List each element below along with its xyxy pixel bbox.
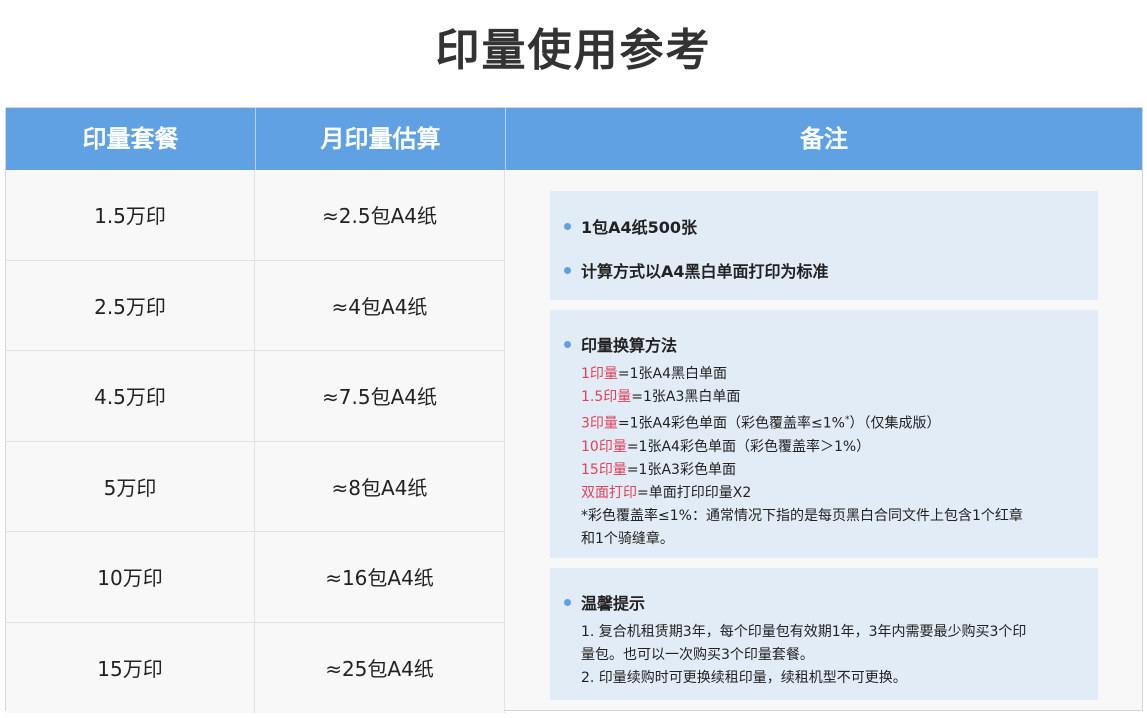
table-row: 4.5万印 ≈7.5包A4纸 [6,351,505,442]
conversion-line: 3印量=1张A4彩色单面（彩色覆盖率≤1%*）（仅集成版） [581,409,1023,436]
conversion-line: 1印量=1张A4黑白单面 [581,363,1023,386]
note-box-conversion: 印量换算方法 1印量=1张A4黑白单面 1.5印量=1张A3黑白单面 3印量=1… [550,310,1098,558]
estimate-cell: ≈7.5包A4纸 [255,351,505,441]
conversion-line: 15印量=1张A3彩色单面 [581,459,1023,482]
conversion-value: =单面打印印量X2 [637,484,752,501]
conversion-value: =1张A4黑白单面 [617,366,728,382]
tip-line: 2. 印量续购时可更换续租印量，续租机型不可更换。 [581,670,907,686]
footnote-line: *彩色覆盖率≤1%：通常情况下指的是每页黑白合同文件上包含1个红章 [581,507,1023,524]
header-notes: 备注 [505,108,1142,170]
bullet-dot-icon [564,340,571,348]
conversion-value: =1张A3黑白单面 [631,389,741,405]
conversion-line: 10印量=1张A4彩色单面（彩色覆盖率＞1%） [581,436,1023,459]
note-heading: 温馨提示 [564,590,645,614]
conversion-line: 1.5印量=1张A3黑白单面 [581,386,1023,409]
note-heading-text: 印量换算方法 [581,336,678,355]
table-row: 2.5万印 ≈4包A4纸 [6,260,505,351]
conversion-line: 双面打印=单面打印印量X2 [581,482,1023,505]
note-box-basics: 1包A4纸500张 计算方式以A4黑白单面打印为标准 [550,191,1098,300]
footnote-line: 和1个骑缝章。 [581,530,674,547]
note-heading: 印量换算方法 [564,332,677,356]
tip-line: 量包。也可以一次购买3个印量套餐。 [581,647,814,663]
header-plan: 印量套餐 [82,125,179,153]
tip-line: 1. 复合机租赁期3年，每个印量包有效期1年，3年内需要最少购买3个印 [581,624,1027,640]
conversion-value: =1张A3彩色单面 [626,461,736,478]
print-volume-table: 印量套餐 月印量估算 备注 1.5万印 ≈2.5包A4纸 2.5万印 ≈4包A4… [5,107,1143,713]
estimate-cell: ≈2.5包A4纸 [255,170,505,260]
note-bullet: 计算方式以A4黑白单面打印为标准 [564,258,829,282]
table-row: 15万印 ≈25包A4纸 [6,622,505,713]
note-box-tips: 温馨提示 1. 复合机租赁期3年，每个印量包有效期1年，3年内需要最少购买3个印… [550,568,1098,700]
note-text: 1包A4纸500张 [581,218,698,237]
conversion-key: 双面打印 [581,484,637,501]
table-row: 5万印 ≈8包A4纸 [6,441,505,532]
conversion-key: 3印量 [581,415,618,432]
estimate-cell: ≈16包A4纸 [255,532,505,622]
page-title: 印量使用参考 [435,25,712,76]
header-estimate: 月印量估算 [255,108,505,170]
table-row: 1.5万印 ≈2.5包A4纸 [6,170,505,261]
bullet-dot-icon [564,598,571,606]
conversion-key: 1.5印量 [581,389,632,405]
note-heading-text: 温馨提示 [581,594,646,613]
table-row: 10万印 ≈16包A4纸 [6,532,505,623]
table-header: 印量套餐 月印量估算 备注 [6,108,1142,170]
conversion-key: 1印量 [581,366,618,382]
plan-cell: 4.5万印 [6,351,255,441]
estimate-cell: ≈25包A4纸 [255,622,505,713]
conversion-tail: ）（仅集成版） [849,415,941,432]
conversion-key: 15印量 [581,461,627,478]
plan-cell: 10万印 [6,532,255,622]
bullet-dot-icon [564,266,571,274]
conversion-value: =1张A4彩色单面（彩色覆盖率≤1% [617,415,845,432]
bullet-dot-icon [564,222,571,230]
notes-cell: 1包A4纸500张 计算方式以A4黑白单面打印为标准 印量换算方法 1印量=1张… [505,170,1142,710]
tips-list: 1. 复合机租赁期3年，每个印量包有效期1年，3年内需要最少购买3个印 量包。也… [581,621,1026,690]
note-text: 计算方式以A4黑白单面打印为标准 [581,262,829,281]
plan-cell: 5万印 [6,441,255,531]
table-body: 1.5万印 ≈2.5包A4纸 2.5万印 ≈4包A4纸 4.5万印 ≈7.5包A… [6,170,505,713]
conversion-value: =1张A4彩色单面（彩色覆盖率＞1%） [626,438,871,455]
conversion-key: 10印量 [581,438,627,455]
plan-cell: 2.5万印 [6,260,255,350]
conversion-list: 1印量=1张A4黑白单面 1.5印量=1张A3黑白单面 3印量=1张A4彩色单面… [581,363,1023,551]
estimate-cell: ≈8包A4纸 [255,441,505,531]
plan-cell: 15万印 [6,622,255,713]
estimate-cell: ≈4包A4纸 [255,260,505,350]
note-bullet: 1包A4纸500张 [564,214,697,238]
plan-cell: 1.5万印 [6,170,255,260]
